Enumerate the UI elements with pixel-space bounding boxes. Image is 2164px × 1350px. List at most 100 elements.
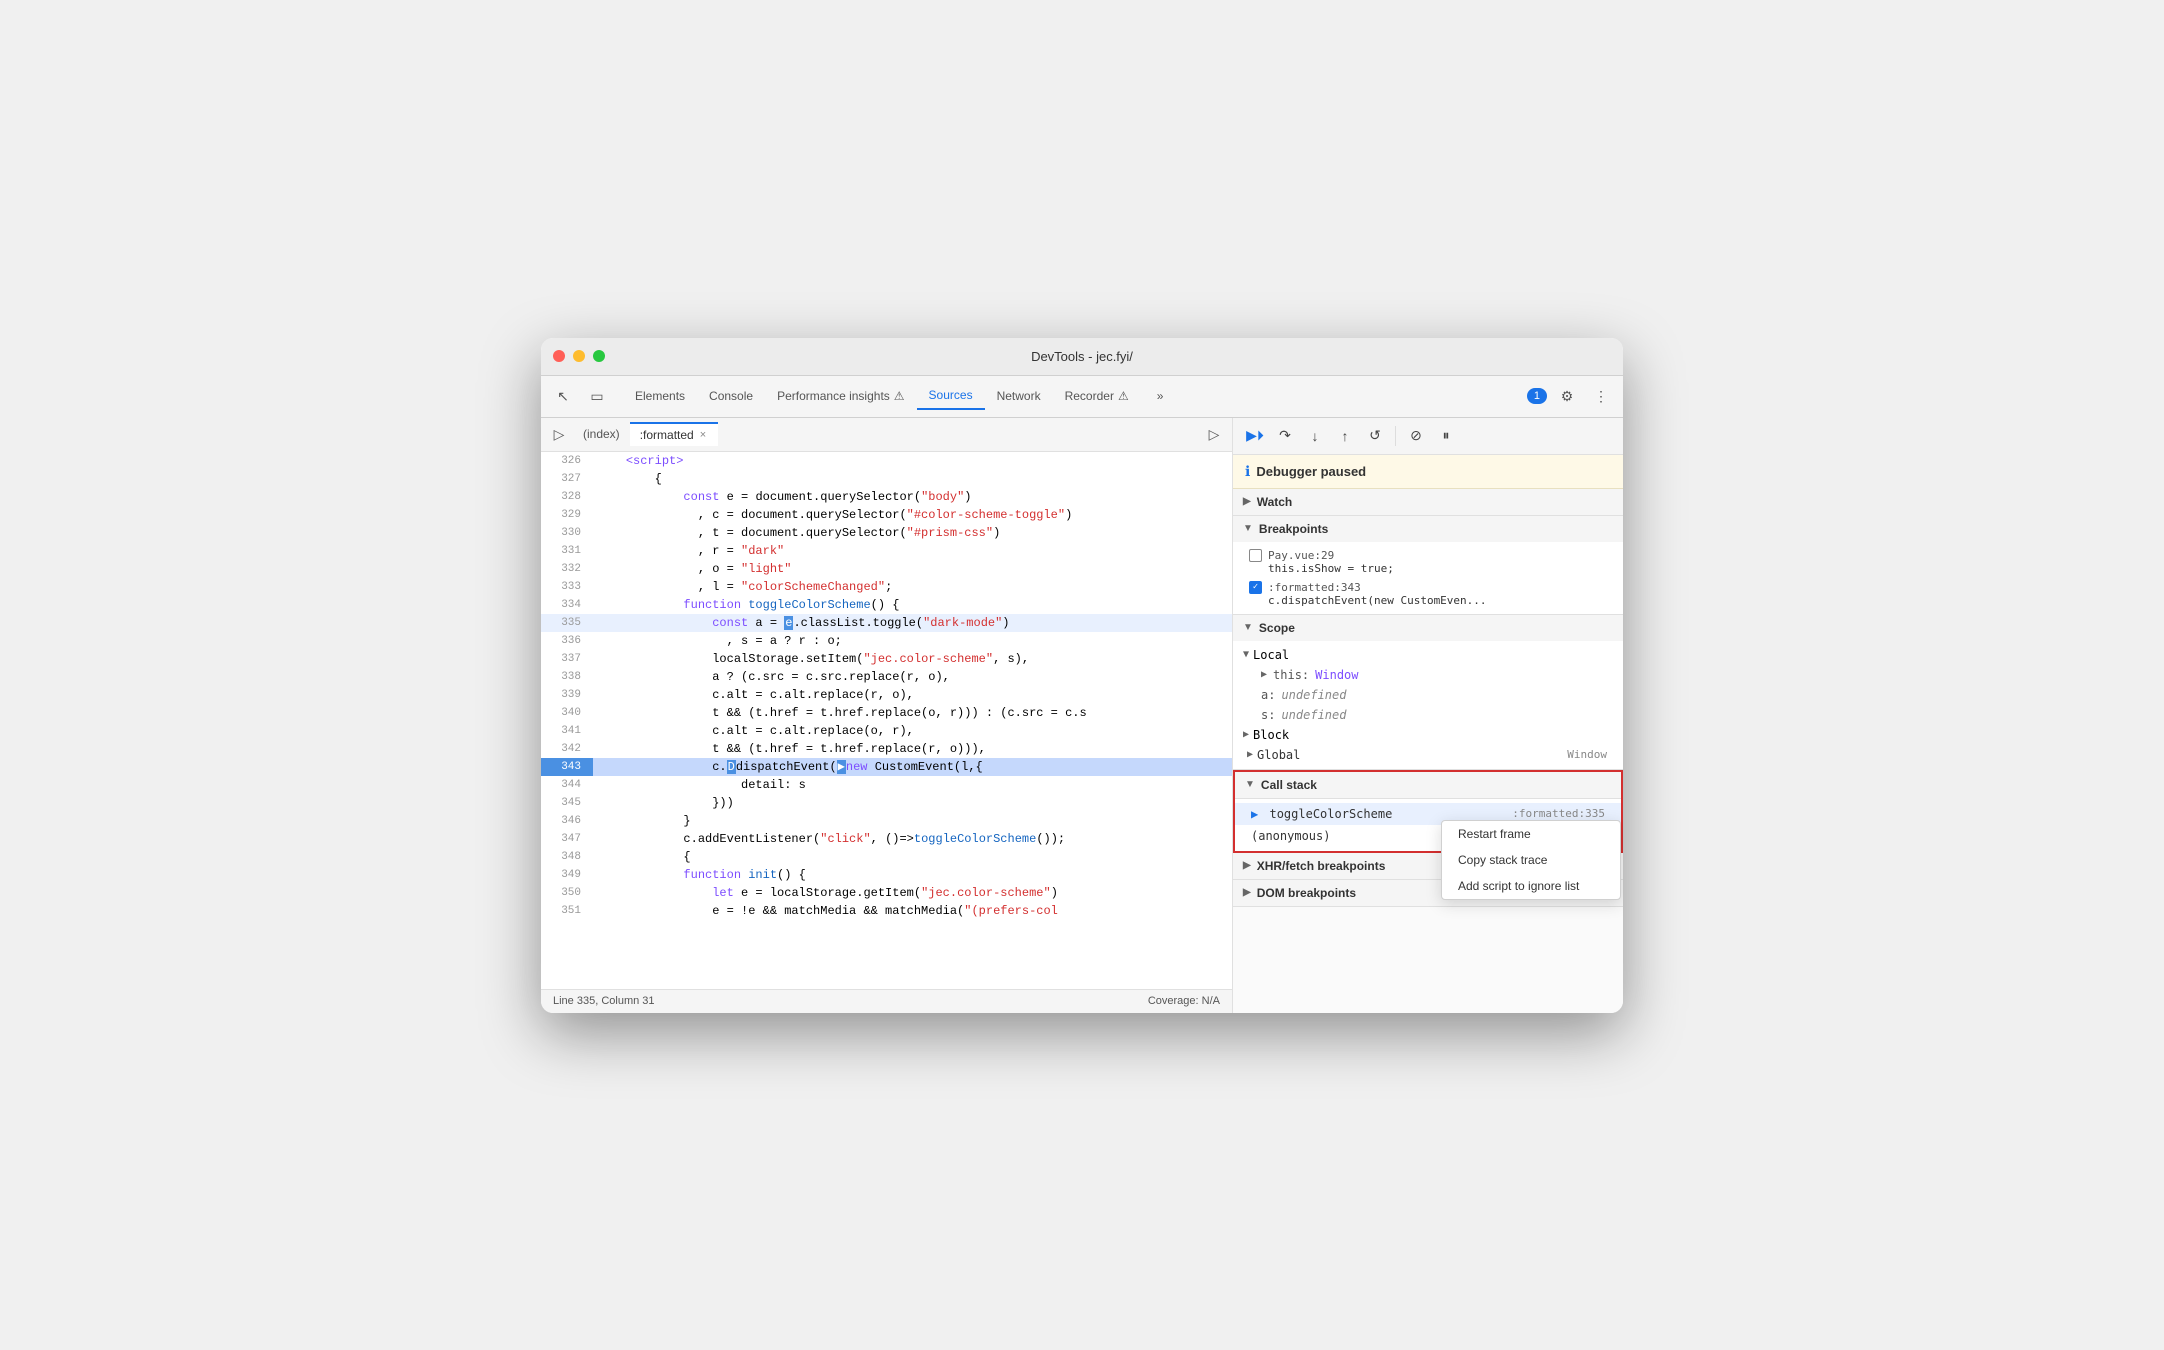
tab-recorder[interactable]: Recorder ⚠ bbox=[1053, 383, 1141, 409]
line-number-348: 348 bbox=[541, 848, 593, 866]
tab-sources[interactable]: Sources bbox=[917, 382, 985, 410]
code-content-335: const a = e.classList.toggle("dark-mode"… bbox=[593, 614, 1232, 632]
global-scope-row[interactable]: ▶ Global Window bbox=[1233, 745, 1623, 765]
resume-button[interactable]: ▶⏵ bbox=[1241, 422, 1269, 450]
line-number-328: 328 bbox=[541, 488, 593, 506]
step-into-button[interactable]: ↓ bbox=[1301, 422, 1329, 450]
code-line-326: 326 <script> bbox=[541, 452, 1232, 470]
source-panel: ▷ (index) :formatted × ▷ 326 <script> bbox=[541, 418, 1233, 1013]
code-content-343: c.DdispatchEvent(▶new CustomEvent(l,{ bbox=[593, 758, 1232, 776]
tab-network[interactable]: Network bbox=[985, 383, 1053, 409]
code-content-328: const e = document.querySelector("body") bbox=[593, 488, 1232, 506]
code-content-349: function init() { bbox=[593, 866, 1232, 884]
active-frame-icon: ▶ bbox=[1251, 807, 1258, 821]
scope-section-header[interactable]: ▼ Scope bbox=[1233, 615, 1623, 641]
tab-sources-label: Sources bbox=[929, 388, 973, 402]
code-line-337: 337 localStorage.setItem("jec.color-sche… bbox=[541, 650, 1232, 668]
line-number-338: 338 bbox=[541, 668, 593, 686]
breakpoint-0-checkbox[interactable] bbox=[1249, 549, 1262, 562]
sections-area: ▶ Watch ▼ Breakpoints Pay.vue:29 bbox=[1233, 489, 1623, 1013]
xhr-chevron-icon: ▶ bbox=[1243, 860, 1251, 871]
performance-icon: ⚠ bbox=[894, 389, 905, 403]
code-content-344: detail: s bbox=[593, 776, 1232, 794]
code-line-340: 340 t && (t.href = t.href.replace(o, r))… bbox=[541, 704, 1232, 722]
local-scope-row[interactable]: ▼ Local bbox=[1233, 645, 1623, 665]
local-chevron-icon: ▼ bbox=[1243, 649, 1249, 660]
device-tool-button[interactable]: ▭ bbox=[583, 382, 611, 410]
close-button[interactable] bbox=[553, 350, 565, 362]
breakpoint-row-0: Pay.vue:29 this.isShow = true; bbox=[1233, 546, 1623, 578]
a-label: a: bbox=[1261, 688, 1275, 702]
formatted-tab[interactable]: :formatted × bbox=[630, 422, 718, 446]
call-stack-section: ▼ Call stack ▶ toggleColorScheme :format… bbox=[1233, 770, 1623, 853]
scope-chevron-icon: ▼ bbox=[1243, 622, 1253, 633]
coverage-status: Coverage: N/A bbox=[1148, 995, 1220, 1007]
maximize-button[interactable] bbox=[593, 350, 605, 362]
debugger-paused-banner: ℹ Debugger paused bbox=[1233, 455, 1623, 489]
call-stack-header[interactable]: ▼ Call stack bbox=[1235, 772, 1621, 799]
breakpoint-1-file: :formatted:343 bbox=[1268, 581, 1487, 594]
formatted-tab-close[interactable]: × bbox=[698, 429, 708, 441]
breakpoints-label: Breakpoints bbox=[1259, 522, 1328, 536]
restart-button[interactable]: ↺ bbox=[1361, 422, 1389, 450]
a-variable-row: a: undefined bbox=[1233, 685, 1623, 705]
tab-console-label: Console bbox=[709, 389, 753, 403]
watch-section: ▶ Watch bbox=[1233, 489, 1623, 516]
settings-button[interactable]: ⚙ bbox=[1553, 382, 1581, 410]
tab-elements[interactable]: Elements bbox=[623, 383, 697, 409]
breakpoints-section-header[interactable]: ▼ Breakpoints bbox=[1233, 516, 1623, 542]
code-line-329: 329 , c = document.querySelector("#color… bbox=[541, 506, 1232, 524]
frame-0-location: :formatted:335 bbox=[1512, 807, 1605, 820]
line-number-334: 334 bbox=[541, 596, 593, 614]
context-menu-copy-stack-trace[interactable]: Copy stack trace bbox=[1442, 847, 1620, 873]
block-scope-row[interactable]: ▶ Block bbox=[1233, 725, 1623, 745]
breakpoint-1-checkbox[interactable]: ✓ bbox=[1249, 581, 1262, 594]
code-content-348: { bbox=[593, 848, 1232, 866]
line-number-336: 336 bbox=[541, 632, 593, 650]
tab-console[interactable]: Console bbox=[697, 383, 765, 409]
s-label: s: bbox=[1261, 708, 1275, 722]
more-options-button[interactable]: ⋮ bbox=[1587, 382, 1615, 410]
recorder-icon: ⚠ bbox=[1118, 389, 1129, 403]
line-number-346: 346 bbox=[541, 812, 593, 830]
code-line-350: 350 let e = localStorage.getItem("jec.co… bbox=[541, 884, 1232, 902]
code-content-337: localStorage.setItem("jec.color-scheme",… bbox=[593, 650, 1232, 668]
breakpoint-0-code: this.isShow = true; bbox=[1268, 562, 1394, 575]
tab-performance-insights[interactable]: Performance insights ⚠ bbox=[765, 383, 916, 409]
code-line-336: 336 , s = a ? r : o; bbox=[541, 632, 1232, 650]
minimize-button[interactable] bbox=[573, 350, 585, 362]
call-stack-label: Call stack bbox=[1261, 778, 1317, 792]
navigate-button[interactable]: ▷ bbox=[1200, 420, 1228, 448]
code-editor[interactable]: 326 <script> 327 { 328 const e = documen… bbox=[541, 452, 1232, 989]
context-menu-add-ignore-list[interactable]: Add script to ignore list bbox=[1442, 873, 1620, 899]
chat-badge[interactable]: 1 bbox=[1527, 388, 1547, 404]
step-out-button[interactable]: ↑ bbox=[1331, 422, 1359, 450]
toolbar-separator bbox=[1395, 426, 1396, 446]
context-menu-restart-frame[interactable]: Restart frame bbox=[1442, 821, 1620, 847]
line-number-349: 349 bbox=[541, 866, 593, 884]
breakpoint-row-1: ✓ :formatted:343 c.dispatchEvent(new Cus… bbox=[1233, 578, 1623, 610]
code-line-346: 346 } bbox=[541, 812, 1232, 830]
s-variable-row: s: undefined bbox=[1233, 705, 1623, 725]
code-content-338: a ? (c.src = c.src.replace(r, o), bbox=[593, 668, 1232, 686]
code-line-342: 342 t && (t.href = t.href.replace(r, o))… bbox=[541, 740, 1232, 758]
deactivate-breakpoints-button[interactable]: ⊘ bbox=[1402, 422, 1430, 450]
debug-toolbar: ▶⏵ ↷ ↓ ↑ ↺ ⊘ ⏸ bbox=[1233, 418, 1623, 455]
index-tab[interactable]: (index) bbox=[573, 423, 630, 445]
step-over-button[interactable]: ↷ bbox=[1271, 422, 1299, 450]
watch-section-header[interactable]: ▶ Watch bbox=[1233, 489, 1623, 515]
code-line-345: 345 })) bbox=[541, 794, 1232, 812]
code-line-334: 334 function toggleColorScheme() { bbox=[541, 596, 1232, 614]
file-navigator-button[interactable]: ▷ bbox=[545, 420, 573, 448]
code-content-333: , l = "colorSchemeChanged"; bbox=[593, 578, 1232, 596]
breakpoint-1-code: c.dispatchEvent(new CustomEven... bbox=[1268, 594, 1487, 607]
code-content-345: })) bbox=[593, 794, 1232, 812]
scope-label: Scope bbox=[1259, 621, 1295, 635]
more-tabs-button[interactable]: » bbox=[1145, 383, 1176, 409]
frame-0-func: toggleColorScheme bbox=[1269, 807, 1392, 821]
line-number-341: 341 bbox=[541, 722, 593, 740]
tab-right-tools: 1 ⚙ ⋮ bbox=[1527, 382, 1615, 410]
cursor-tool-button[interactable]: ↖ bbox=[549, 382, 577, 410]
pause-exceptions-button[interactable]: ⏸ bbox=[1432, 422, 1460, 450]
code-line-327: 327 { bbox=[541, 470, 1232, 488]
